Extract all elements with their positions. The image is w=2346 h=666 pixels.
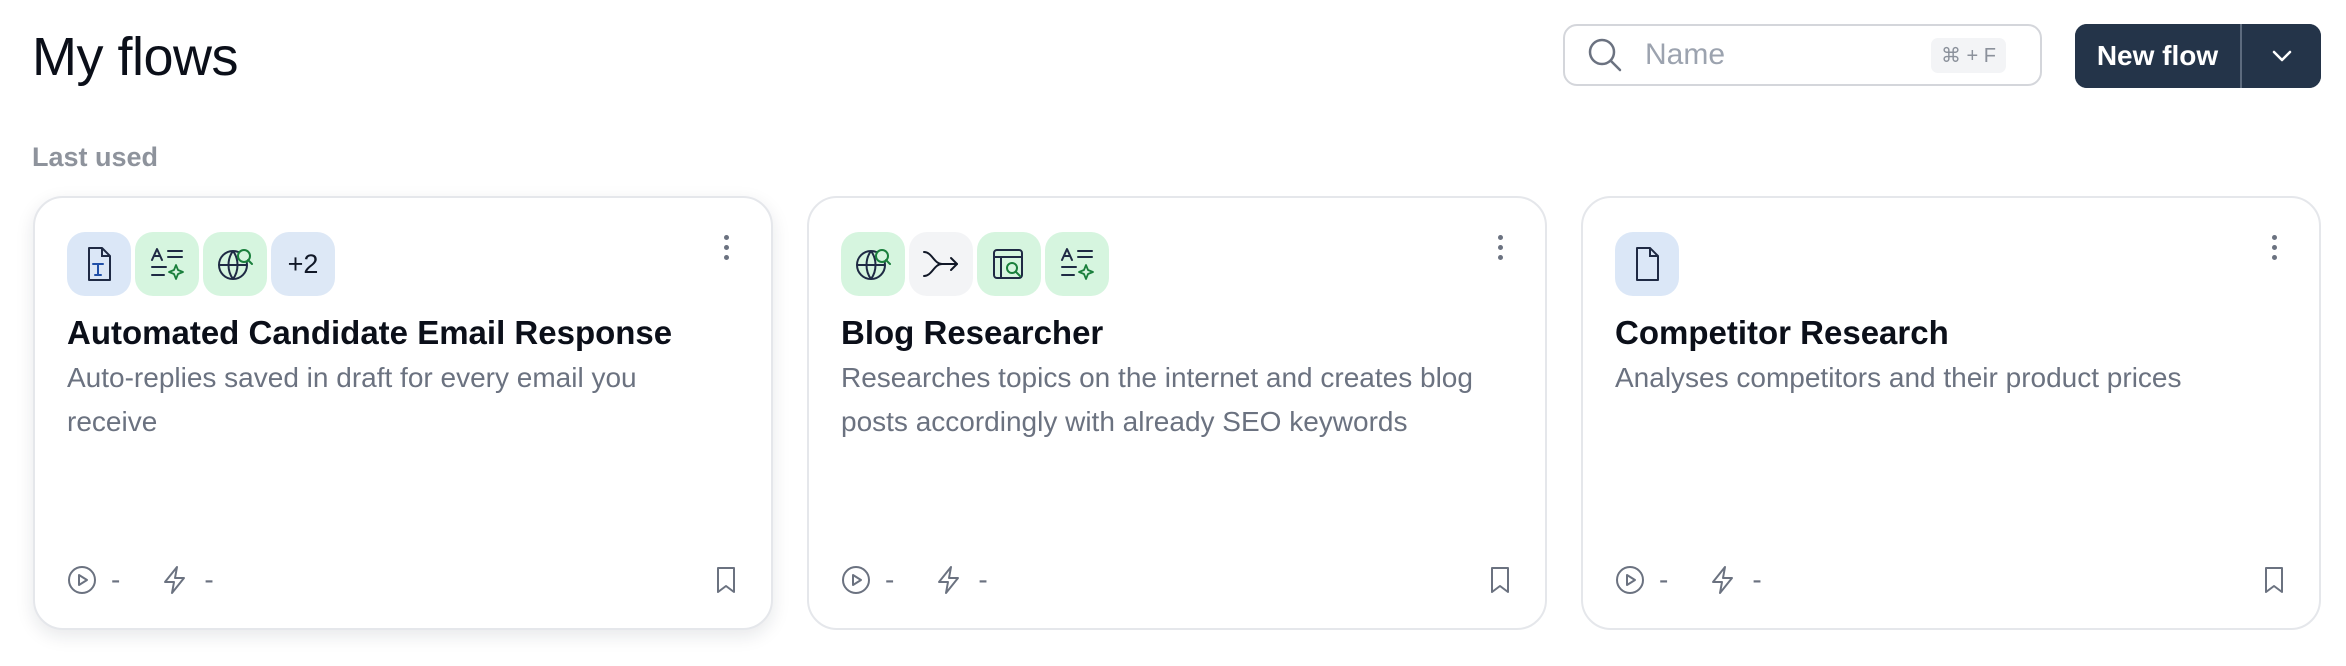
new-flow-split-button: New flow (2075, 24, 2321, 88)
flow-node-icons (841, 232, 1109, 296)
flow-title: Competitor Research (1615, 314, 1949, 351)
flow-node-icons: +2 (67, 232, 335, 296)
runs-value: - (885, 564, 895, 595)
section-label-last-used: Last used (32, 142, 159, 172)
more-nodes-badge: +2 (271, 232, 335, 296)
text-sparkle-icon (135, 232, 199, 296)
triggers-value: - (204, 564, 214, 595)
flow-description: Auto-replies saved in draft for every em… (67, 362, 637, 437)
bookmark-icon[interactable] (713, 565, 739, 595)
lightning-icon (160, 565, 190, 595)
runs-stat: - (67, 564, 120, 596)
flow-description: Researches topics on the internet and cr… (841, 362, 1473, 437)
flow-card[interactable]: Blog Researcher Researches topics on the… (807, 196, 1547, 630)
search-box[interactable]: ⌘ + F (1563, 24, 2042, 86)
runs-value: - (111, 564, 121, 595)
search-icon (1587, 37, 1623, 73)
document-icon (1615, 232, 1679, 296)
flow-card[interactable]: Competitor Research Analyses competitors… (1581, 196, 2321, 630)
lightning-icon (1708, 565, 1738, 595)
search-shortcut-hint: ⌘ + F (1930, 37, 2006, 73)
triggers-stat: - (1708, 564, 1762, 596)
flow-title: Automated Candidate Email Response (67, 314, 673, 351)
card-menu-button[interactable] (1485, 232, 1515, 262)
search-input[interactable] (1643, 37, 1927, 73)
triggers-stat: - (160, 564, 214, 596)
card-footer: - - (67, 560, 739, 600)
flow-card[interactable]: +2 Automated Candidate Email Response Au… (33, 196, 773, 630)
triggers-stat: - (934, 564, 988, 596)
flow-node-icons (1615, 232, 1679, 296)
new-flow-button[interactable]: New flow (2075, 24, 2240, 88)
web-search-icon (977, 232, 1041, 296)
play-circle-icon (841, 565, 871, 595)
card-menu-button[interactable] (2259, 232, 2289, 262)
play-circle-icon (1615, 565, 1645, 595)
flow-title: Blog Researcher (841, 314, 1104, 351)
text-sparkle-icon (1045, 232, 1109, 296)
play-circle-icon (67, 565, 97, 595)
triggers-value: - (1752, 564, 1762, 595)
card-footer: - - (1615, 560, 2287, 600)
bookmark-icon[interactable] (1487, 565, 1513, 595)
runs-stat: - (841, 564, 894, 596)
card-menu-button[interactable] (711, 232, 741, 262)
bookmark-icon[interactable] (2261, 565, 2287, 595)
card-footer: - - (841, 560, 1513, 600)
triggers-value: - (978, 564, 988, 595)
lightning-icon (934, 565, 964, 595)
text-document-icon (67, 232, 131, 296)
new-flow-dropdown-button[interactable] (2242, 24, 2321, 88)
chevron-down-icon (2271, 49, 2293, 63)
merge-arrow-icon (909, 232, 973, 296)
globe-search-icon (841, 232, 905, 296)
flow-description: Analyses competitors and their product p… (1615, 362, 2182, 393)
runs-value: - (1659, 564, 1669, 595)
runs-stat: - (1615, 564, 1668, 596)
page-title: My flows (32, 27, 239, 87)
globe-search-icon (203, 232, 267, 296)
